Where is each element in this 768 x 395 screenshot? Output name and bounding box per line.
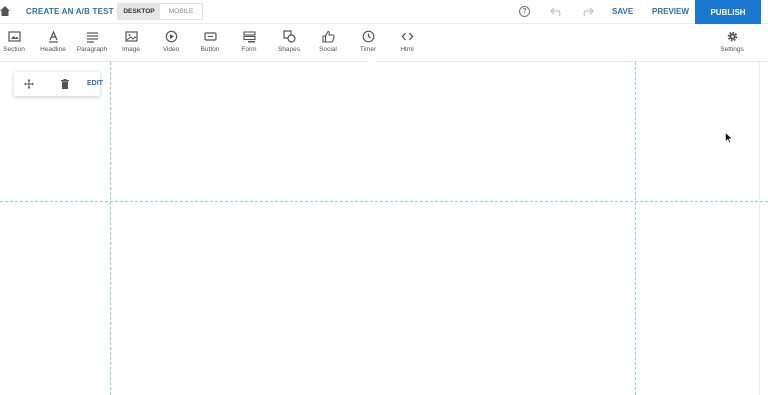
guide-line-horizontal (0, 201, 768, 202)
trash-icon[interactable] (59, 78, 71, 90)
tool-label: Social (319, 46, 337, 53)
redo-icon[interactable] (580, 6, 594, 17)
mouse-cursor-icon (725, 132, 733, 144)
mobile-toggle[interactable]: MOBILE (160, 4, 202, 19)
device-toggle: DESKTOP MOBILE (117, 3, 203, 20)
guide-line-left (110, 62, 111, 395)
tool-label: Video (162, 46, 180, 53)
headline-icon (48, 30, 58, 43)
help-circle-icon[interactable]: ? (519, 6, 530, 17)
gear-icon (727, 31, 737, 42)
canvas-right-edge (759, 62, 760, 395)
desktop-toggle[interactable]: DESKTOP (118, 4, 160, 19)
tool-social[interactable]: Social (311, 30, 345, 53)
tool-form[interactable]: Form (232, 30, 266, 53)
guide-line-right (635, 62, 636, 395)
tool-label: Image (121, 46, 141, 53)
tool-section[interactable]: Section (0, 30, 31, 53)
form-icon (242, 31, 256, 43)
save-button[interactable]: SAVE (612, 7, 633, 16)
video-icon (165, 30, 177, 43)
editor-canvas[interactable] (0, 62, 768, 395)
tool-label: Paragraph (76, 46, 108, 53)
element-toolbar: Section Headline Paragraph Image Video B… (0, 25, 768, 62)
tool-label: Shapes (277, 46, 301, 53)
tool-label: Html (400, 46, 414, 53)
shapes-icon (282, 30, 296, 43)
paragraph-icon (86, 32, 98, 43)
publish-button[interactable]: PUBLISH (695, 0, 761, 24)
move-icon[interactable] (23, 78, 35, 90)
create-ab-test-link[interactable]: CREATE AN A/B TEST (26, 7, 114, 16)
tool-button[interactable]: Button (193, 30, 227, 53)
tool-label: Settings (720, 46, 744, 53)
tool-label: Button (200, 46, 220, 53)
tool-timer[interactable]: Timer (351, 30, 385, 53)
tool-label: Timer (359, 46, 377, 53)
top-bar: CREATE AN A/B TEST DESKTOP MOBILE ? SAVE… (0, 0, 768, 24)
undo-icon[interactable] (550, 6, 564, 17)
home-icon[interactable] (0, 5, 10, 17)
button-icon (203, 32, 217, 41)
tool-paragraph[interactable]: Paragraph (75, 30, 109, 53)
section-tools-popover: EDIT (14, 72, 103, 96)
tool-headline[interactable]: Headline (36, 30, 70, 53)
section-icon (7, 31, 21, 42)
tool-settings[interactable]: Settings (715, 30, 749, 53)
preview-button[interactable]: PREVIEW (652, 7, 689, 16)
tool-label: Section (3, 46, 25, 53)
tool-shapes[interactable]: Shapes (272, 30, 306, 53)
tool-video[interactable]: Video (154, 30, 188, 53)
timer-icon (362, 30, 374, 43)
tool-image[interactable]: Image (114, 30, 148, 53)
tool-label: Form (241, 46, 257, 53)
html-icon (401, 32, 413, 41)
edit-section-button[interactable]: EDIT (87, 80, 103, 87)
social-icon (321, 30, 335, 43)
tool-html[interactable]: Html (390, 30, 424, 53)
image-icon (124, 31, 138, 42)
tool-label: Headline (40, 46, 66, 53)
